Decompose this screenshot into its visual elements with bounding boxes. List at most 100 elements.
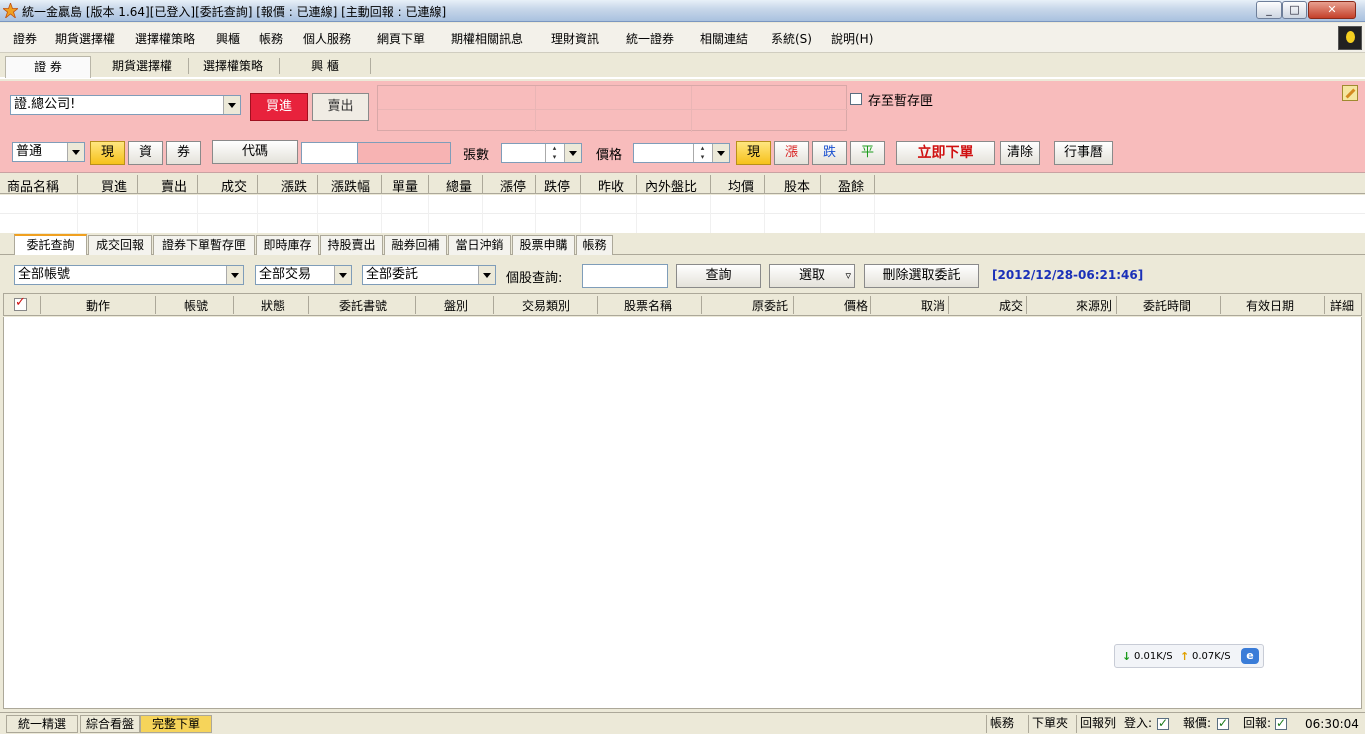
menu-help[interactable]: 說明(H) (831, 30, 873, 47)
select-all-checkbox[interactable] (14, 295, 27, 311)
account-filter-select[interactable]: 全部帳號 (14, 265, 244, 285)
menu-personal-service[interactable]: 個人服務 (303, 30, 351, 47)
trade-type-select[interactable]: 普通 (12, 142, 85, 162)
trade-filter-select[interactable]: 全部交易 (255, 265, 352, 285)
flat-price-button[interactable]: 平 (850, 141, 885, 165)
margin-button[interactable]: 資 (128, 141, 163, 165)
col-change[interactable]: 漲跌 (281, 176, 307, 195)
spin-updown-icon[interactable]: ▴ ▾ (693, 144, 711, 162)
tab-securities[interactable]: 證 券 (5, 56, 91, 78)
chevron-down-icon[interactable] (478, 266, 495, 284)
chevron-down-icon[interactable] (226, 266, 243, 284)
stock-code-input[interactable] (301, 142, 358, 164)
tab-futures-options[interactable]: 期貨選擇權 (96, 56, 188, 78)
order-filter-select[interactable]: 全部委託 (362, 265, 496, 285)
col-order-number[interactable]: 委託書號 (339, 297, 387, 314)
quantity-stepper[interactable]: ▴ ▾ (501, 143, 582, 163)
buy-button[interactable]: 買進 (250, 93, 308, 121)
menu-related-links[interactable]: 相關連結 (700, 30, 748, 47)
delete-selected-button[interactable]: 刪除選取委託 (864, 264, 979, 288)
tab-realtime-inventory[interactable]: 即時庫存 (256, 235, 319, 255)
spin-updown-icon[interactable]: ▴ ▾ (545, 144, 563, 162)
code-button[interactable]: 代碼 (212, 140, 298, 164)
clear-button[interactable]: 清除 (1000, 141, 1040, 165)
tab-order-temp[interactable]: 證券下單暫存匣 (153, 235, 255, 255)
chevron-down-icon[interactable] (67, 143, 84, 161)
short-button[interactable]: 券 (166, 141, 201, 165)
tab-day-trade[interactable]: 當日沖銷 (448, 235, 511, 255)
col-capital[interactable]: 股本 (784, 176, 810, 195)
menu-president-securities[interactable]: 統一證券 (626, 30, 674, 47)
status-order-folder-button[interactable]: 下單夾 (1028, 715, 1076, 733)
account-select[interactable]: 證.總公司! (10, 95, 241, 115)
chevron-down-icon[interactable] (564, 144, 581, 162)
tab-ipo-subscription[interactable]: 股票申購 (512, 235, 575, 255)
limit-down-button[interactable]: 跌 (812, 141, 847, 165)
limit-up-button[interactable]: 漲 (774, 141, 809, 165)
col-total-volume[interactable]: 總量 (446, 176, 472, 195)
col-account[interactable]: 帳號 (184, 297, 208, 314)
col-status[interactable]: 狀態 (261, 297, 285, 314)
menu-options-strategy[interactable]: 選擇權策略 (135, 30, 195, 47)
col-stock-name[interactable]: 股票名稱 (624, 297, 672, 314)
col-session[interactable]: 盤別 (444, 297, 468, 314)
col-detail[interactable]: 詳細 (1330, 297, 1354, 314)
status-account-button[interactable]: 帳務 (986, 715, 1026, 733)
col-ask[interactable]: 賣出 (161, 176, 187, 195)
status-report-list-button[interactable]: 回報列 (1076, 715, 1121, 733)
maximize-button[interactable]: □ (1282, 1, 1307, 19)
tab-account[interactable]: 帳務 (576, 235, 613, 255)
col-filled[interactable]: 成交 (999, 297, 1023, 314)
menu-web-order[interactable]: 網頁下單 (377, 30, 425, 47)
minimize-button[interactable]: _ (1256, 1, 1282, 19)
col-action[interactable]: 動作 (86, 297, 110, 314)
browser-icon[interactable]: e (1241, 648, 1259, 664)
col-prev-close[interactable]: 昨收 (598, 176, 624, 195)
col-order-time[interactable]: 委託時間 (1143, 297, 1191, 314)
lightbulb-icon[interactable] (1338, 26, 1362, 50)
cash-button[interactable]: 現 (90, 141, 125, 165)
col-in-out-ratio[interactable]: 內外盤比 (645, 176, 697, 195)
col-source[interactable]: 來源別 (1076, 297, 1112, 314)
menu-futures-info[interactable]: 期權相關訊息 (451, 30, 523, 47)
col-limit-up[interactable]: 漲停 (500, 176, 526, 195)
col-product-name[interactable]: 商品名稱 (7, 176, 59, 195)
save-to-temp-checkbox[interactable] (850, 93, 862, 105)
tab-options-strategy[interactable]: 選擇權策略 (190, 56, 276, 78)
menu-account[interactable]: 帳務 (259, 30, 283, 47)
menu-finance-info[interactable]: 理財資訊 (551, 30, 599, 47)
col-tick-volume[interactable]: 單量 (392, 176, 418, 195)
col-change-pct[interactable]: 漲跌幅 (331, 176, 370, 195)
select-dropdown-button[interactable]: 選取 ▿ (769, 264, 855, 288)
price-stepper[interactable]: ▴ ▾ (633, 143, 730, 163)
tab-short-cover[interactable]: 融券回補 (384, 235, 447, 255)
col-bid[interactable]: 買進 (101, 176, 127, 195)
market-price-button[interactable]: 現 (736, 141, 771, 165)
sell-button[interactable]: 賣出 (312, 93, 369, 121)
tab-emerging[interactable]: 興 櫃 (282, 56, 368, 78)
chevron-down-icon[interactable] (334, 266, 351, 284)
chevron-down-icon[interactable] (223, 96, 240, 114)
col-avg-price[interactable]: 均價 (728, 176, 754, 195)
menu-system[interactable]: 系統(S) (771, 30, 812, 47)
tab-fill-report[interactable]: 成交回報 (88, 235, 152, 255)
menu-securities[interactable]: 證券 (13, 30, 37, 47)
col-expiry-date[interactable]: 有效日期 (1246, 297, 1294, 314)
col-cancel[interactable]: 取消 (921, 297, 945, 314)
col-last[interactable]: 成交 (221, 176, 247, 195)
col-limit-down[interactable]: 跌停 (544, 176, 570, 195)
status-tab-featured[interactable]: 統一精選 (6, 715, 78, 733)
col-price[interactable]: 價格 (844, 297, 868, 314)
place-order-button[interactable]: 立即下單 (896, 141, 995, 165)
query-button[interactable]: 查詢 (676, 264, 761, 288)
status-tab-full-order[interactable]: 完整下單 (140, 715, 212, 733)
chevron-down-icon[interactable] (712, 144, 729, 162)
stock-query-input[interactable] (582, 264, 668, 288)
calendar-button[interactable]: 行事曆 (1054, 141, 1113, 165)
menu-emerging[interactable]: 興櫃 (216, 30, 240, 47)
col-original-order[interactable]: 原委託 (752, 297, 788, 314)
menu-futures-options[interactable]: 期貨選擇權 (55, 30, 115, 47)
tab-order-query[interactable]: 委託查詢 (14, 234, 87, 255)
col-eps[interactable]: 盈餘 (838, 176, 864, 195)
status-tab-overview[interactable]: 綜合看盤 (80, 715, 140, 733)
